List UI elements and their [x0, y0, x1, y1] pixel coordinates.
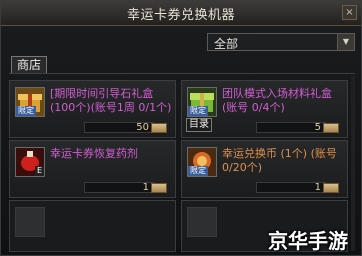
price-value: 1 [314, 182, 321, 193]
item-price: 1 [315, 182, 339, 193]
close-button[interactable]: × [342, 5, 357, 20]
item-price: 50 [136, 122, 167, 133]
title-bar[interactable]: 幸运卡券兑换机器 × [1, 1, 361, 26]
gold-box-icon: 限定 [15, 87, 45, 117]
exchange-window: 幸运卡券兑换机器 × 全部 ▼ 商店 限定 [期限时间引导石礼盒(100个)(账… [0, 0, 362, 256]
red-potion-icon: E [15, 147, 45, 177]
limited-badge: 限定 [188, 106, 208, 116]
limited-badge: 限定 [16, 106, 36, 116]
catalog-tag[interactable]: 目录 [186, 118, 212, 132]
item-name: 幸运卡券恢复药剂 [50, 147, 138, 160]
item-card[interactable]: 限定 [期限时间引导石礼盒(100个)(账号1周 0/1个) 50 [9, 80, 176, 138]
tab-shop[interactable]: 商店 [11, 56, 47, 74]
event-badge: E [34, 166, 44, 176]
item-name: 团队模式入场材料礼盒(账号 0/4个) [222, 87, 332, 114]
empty-slot [9, 200, 176, 252]
item-name: 幸运兑换币 (1个) (账号 0/20个) [222, 147, 337, 174]
scrollbar[interactable] [351, 76, 355, 251]
item-name: [期限时间引导石礼盒(100个)(账号1周 0/1个) [50, 87, 172, 114]
ticket-icon [323, 182, 339, 193]
category-filter-dropdown[interactable]: 全部 ▼ [207, 33, 355, 51]
filter-selected-value: 全部 [214, 37, 239, 51]
chevron-down-icon[interactable]: ▼ [337, 34, 354, 50]
item-card[interactable]: 限定 幸运兑换币 (1个) (账号 0/20个) 1 [181, 140, 348, 198]
red-coin-icon: 限定 [187, 147, 217, 177]
window-title: 幸运卡券兑换机器 [126, 8, 235, 23]
ticket-icon [151, 182, 167, 193]
item-price: 5 [315, 122, 339, 133]
empty-icon-slot [187, 207, 217, 237]
price-value: 50 [136, 122, 149, 133]
watermark-text: 京华手游 [268, 229, 348, 253]
price-value: 5 [314, 122, 321, 133]
limited-badge: 限定 [188, 166, 208, 176]
item-price: 1 [143, 182, 167, 193]
ticket-icon [323, 122, 339, 133]
price-value: 1 [142, 182, 149, 193]
item-card[interactable]: E 幸运卡券恢复药剂 1 [9, 140, 176, 198]
green-box-icon: 限定 [187, 87, 217, 117]
ticket-icon [151, 122, 167, 133]
empty-icon-slot [15, 207, 45, 237]
